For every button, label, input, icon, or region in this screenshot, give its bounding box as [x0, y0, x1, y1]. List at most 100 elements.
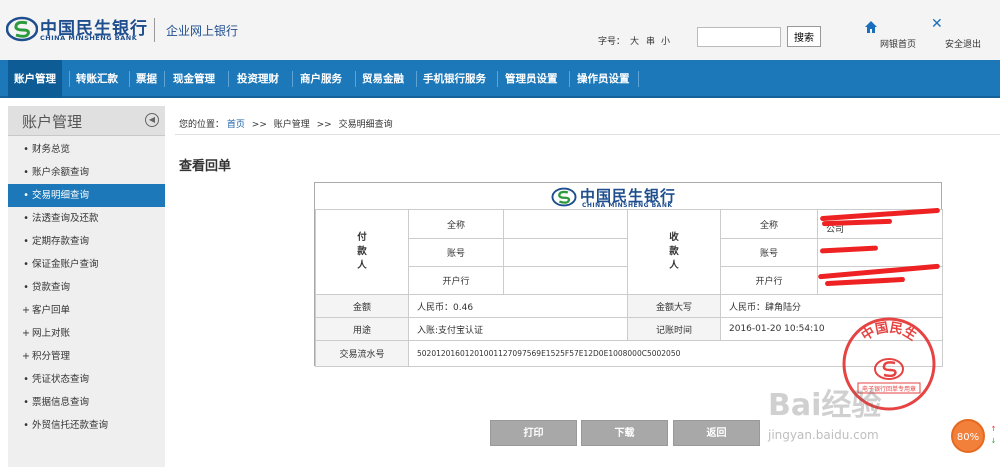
bullet-icon: • — [23, 420, 29, 431]
amount-label: 金额 — [315, 294, 409, 318]
bank-logo-icon — [6, 16, 38, 42]
breadcrumb-separator: >> — [251, 120, 267, 130]
nav-item-trade[interactable]: 贸易金融 — [362, 60, 404, 98]
payer-label-char: 人 — [357, 260, 367, 271]
bank-logo-icon — [551, 187, 577, 207]
sidebar-item-receipts[interactable]: + 客户回单 — [8, 299, 165, 322]
posting-time-label: 记账时间 — [627, 317, 721, 341]
search-input[interactable] — [697, 27, 781, 47]
bullet-icon: • — [23, 397, 29, 408]
nav-item-invest[interactable]: 投资理财 — [237, 60, 279, 98]
font-size-medium[interactable]: 串 — [646, 34, 655, 47]
amount-upper-label: 金额大写 — [627, 294, 721, 318]
sidebar-item-reconcile[interactable]: + 网上对账 — [8, 322, 165, 345]
sidebar-item-overdraft[interactable]: • 法透查询及还款 — [8, 207, 165, 230]
nav-divider — [569, 71, 570, 87]
sidebar-item-voucher[interactable]: • 凭证状态查询 — [8, 368, 165, 391]
close-icon[interactable]: ✕ — [931, 17, 943, 31]
bullet-icon: • — [23, 167, 29, 178]
sidebar-item-label: 交易明细查询 — [32, 190, 90, 201]
nav-divider — [69, 71, 70, 87]
sidebar-header: 账户管理 ◀ — [8, 106, 165, 136]
page-title: 查看回单 — [179, 159, 232, 174]
bullet-icon: • — [23, 374, 29, 385]
payer-label: 付 款 人 — [315, 209, 409, 295]
logo-divider — [154, 18, 155, 42]
print-button[interactable]: 打印 — [490, 420, 577, 446]
payer-label-char: 款 — [357, 246, 367, 257]
purpose-label: 用途 — [315, 317, 409, 341]
nav-item-merchant[interactable]: 商户服务 — [300, 60, 342, 98]
collapse-icon[interactable]: ◀ — [145, 113, 159, 127]
nav-divider — [129, 71, 130, 87]
nav-item-cash[interactable]: 现金管理 — [173, 60, 215, 98]
sidebar-item-label: 票据信息查询 — [32, 397, 90, 408]
font-size-label: 字号： — [598, 37, 626, 47]
breadcrumb-prefix: 您的位置： — [179, 120, 225, 130]
sidebar-item-trust-repay[interactable]: • 外贸信托还款查询 — [8, 414, 165, 437]
purpose-value: 入账:支付宝认证 — [408, 317, 628, 341]
sidebar-item-label: 客户回单 — [32, 305, 71, 316]
back-button[interactable]: 返回 — [673, 420, 760, 446]
payee-label-char: 人 — [669, 260, 679, 271]
font-size-small[interactable]: 小 — [661, 34, 670, 47]
amount-value: 人民币：0.46 — [408, 294, 628, 318]
zoom-level-badge[interactable]: 80% — [951, 419, 985, 453]
bullet-icon: • — [23, 236, 29, 247]
breadcrumb-separator: >> — [316, 120, 332, 130]
breadcrumb-home[interactable]: 首页 — [227, 117, 245, 130]
sidebar-item-label: 贷款查询 — [32, 282, 71, 293]
sidebar-item-loans[interactable]: • 贷款查询 — [8, 276, 165, 299]
home-icon[interactable] — [864, 20, 878, 34]
payer-bank-label: 开户行 — [408, 266, 504, 295]
receipt-bank-name-en: CHINA MINSHENG BANK — [582, 202, 673, 209]
nav-item-transfer[interactable]: 转账汇款 — [76, 60, 118, 98]
breadcrumb-divider — [175, 134, 1000, 135]
nav-item-admin[interactable]: 管理员设置 — [505, 60, 558, 98]
header-bar: 中国民生银行 CHINA MINSHENG BANK 企业网上银行 字号： 大 … — [0, 0, 1000, 60]
nav-divider — [416, 71, 417, 87]
nav-item-mobile[interactable]: 手机银行服务 — [423, 60, 486, 98]
sidebar-item-deposit[interactable]: • 定期存款查询 — [8, 230, 165, 253]
sidebar-item-balance[interactable]: • 账户余额查询 — [8, 161, 165, 184]
bullet-icon: • — [23, 259, 29, 270]
sidebar-item-label: 外贸信托还款查询 — [32, 420, 109, 431]
payer-full-name-value — [503, 209, 628, 239]
nav-item-operator[interactable]: 操作员设置 — [577, 60, 630, 98]
nav-divider — [497, 71, 498, 87]
search-button[interactable]: 搜索 — [787, 26, 821, 47]
payer-full-name-label: 全称 — [408, 209, 504, 239]
sidebar-item-label: 账户余额查询 — [32, 167, 90, 178]
nav-item-account[interactable]: 账户管理 — [8, 60, 62, 98]
logo-text-en: CHINA MINSHENG BANK — [40, 34, 138, 42]
sidebar-item-bill-info[interactable]: • 票据信息查询 — [8, 391, 165, 414]
main-nav: 账户管理 转账汇款 票据 现金管理 投资理财 商户服务 贸易金融 手机银行服务 … — [0, 60, 1000, 98]
sidebar-item-label: 网上对账 — [32, 328, 71, 339]
sidebar-item-points[interactable]: + 积分管理 — [8, 345, 165, 368]
payer-account-label: 账号 — [408, 238, 504, 267]
sidebar-item-label: 保证金账户查询 — [32, 259, 99, 270]
zoom-arrows-icon[interactable]: ↑ ↓ — [989, 423, 998, 447]
breadcrumb: 您的位置： 首页 >> 账户管理 >> 交易明细查询 — [179, 117, 393, 130]
payee-full-name-label: 全称 — [720, 209, 818, 239]
payer-label-char: 付 — [357, 232, 367, 243]
sidebar-title: 账户管理 — [22, 113, 83, 131]
home-link[interactable]: 网银首页 — [880, 37, 916, 50]
font-size-large[interactable]: 大 — [630, 34, 639, 47]
sidebar-item-transactions[interactable]: • 交易明细查询 — [8, 184, 165, 207]
payee-label-char: 收 — [669, 232, 679, 243]
sidebar-item-label: 法透查询及还款 — [32, 213, 99, 224]
sidebar-item-label: 财务总览 — [32, 144, 71, 155]
sidebar-item-margin[interactable]: • 保证金账户查询 — [8, 253, 165, 276]
watermark: Bai经验 — [768, 388, 882, 423]
breadcrumb-account: 账户管理 — [273, 120, 310, 130]
nav-divider — [292, 71, 293, 87]
payee-bank-label: 开户行 — [720, 266, 818, 295]
watermark-url: jingyan.baidu.com — [768, 428, 879, 442]
download-button[interactable]: 下载 — [581, 420, 668, 446]
nav-item-bills[interactable]: 票据 — [136, 60, 157, 98]
sidebar-item-label: 定期存款查询 — [32, 236, 90, 247]
logout-link[interactable]: 安全退出 — [945, 37, 981, 50]
sidebar-item-overview[interactable]: • 财务总览 — [8, 138, 165, 161]
sidebar-item-label: 凭证状态查询 — [32, 374, 90, 385]
